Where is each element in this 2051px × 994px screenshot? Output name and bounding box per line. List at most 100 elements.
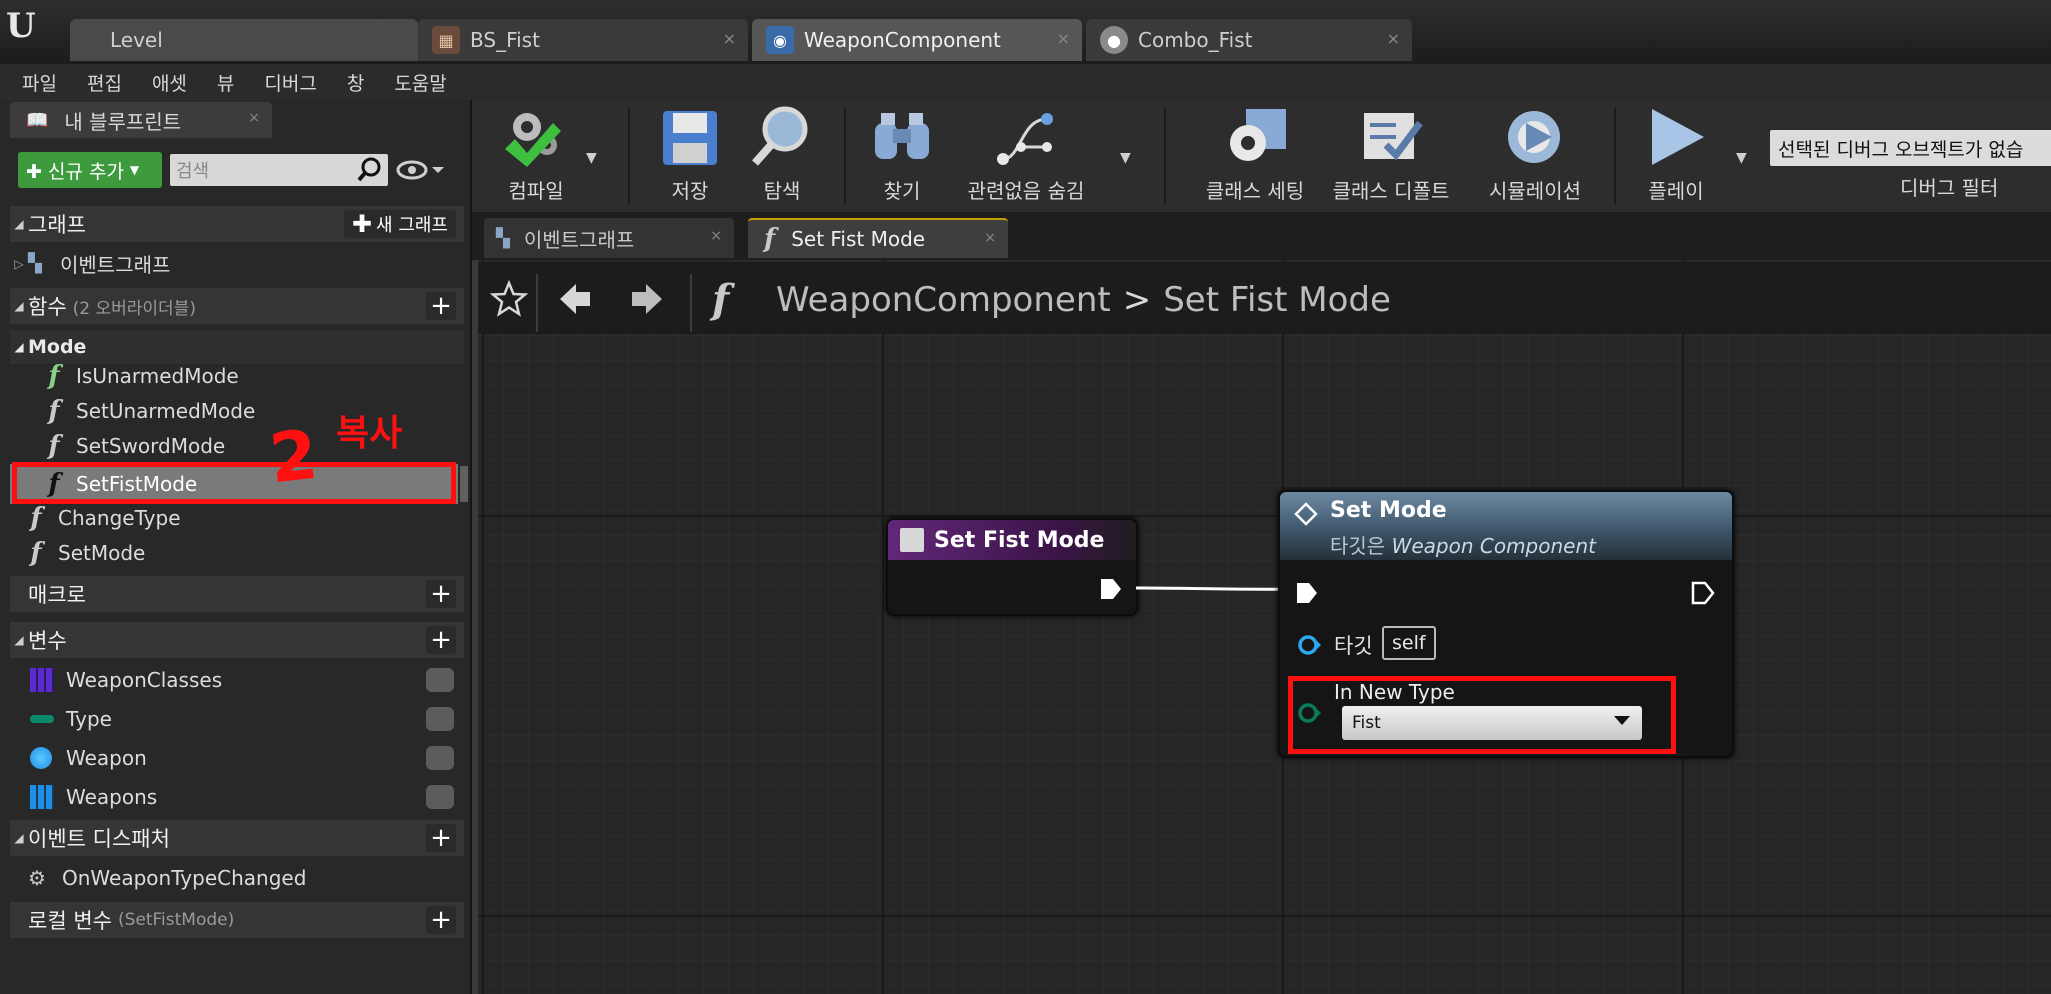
- add-new-label: ✚ 신규 추가: [26, 160, 124, 183]
- play-button[interactable]: 플레이: [1626, 104, 1726, 208]
- function-item-isunarmedmode[interactable]: f IsUnarmedMode: [10, 358, 464, 393]
- add-macro-button[interactable]: +: [426, 580, 456, 608]
- event-graph-icon: ▚: [496, 227, 510, 249]
- eye-icon[interactable]: [396, 158, 446, 182]
- chevron-down-icon[interactable]: ▼: [1120, 150, 1131, 166]
- toolbar-separator: [1164, 108, 1166, 204]
- graph-tab-set-fist-mode[interactable]: f Set Fist Mode ×: [748, 218, 1008, 258]
- search-placeholder: 검색: [176, 161, 210, 182]
- collapse-triangle-icon: ◢: [14, 633, 24, 647]
- category-label: Mode: [28, 336, 87, 358]
- macros-section-header[interactable]: 매크로 +: [10, 576, 464, 612]
- debug-object-select[interactable]: 선택된 디버그 오브젝트가 없습: [1770, 130, 2051, 166]
- exec-input-pin[interactable]: [1294, 580, 1320, 606]
- doc-tab-level[interactable]: Level: [70, 19, 418, 61]
- visibility-toggle[interactable]: [426, 746, 454, 770]
- tree-item-event-graph[interactable]: ▷ ▚ 이벤트그래프: [10, 246, 464, 281]
- local-vars-scope: (SetFistMode): [117, 910, 235, 930]
- visibility-toggle[interactable]: [426, 785, 454, 809]
- doc-tab-weapon-component[interactable]: ◉ WeaponComponent ×: [752, 19, 1082, 61]
- item-label: 이벤트그래프: [60, 253, 171, 277]
- breadcrumb-root[interactable]: WeaponComponent: [776, 280, 1111, 320]
- forward-arrow-icon[interactable]: [628, 280, 666, 318]
- new-graph-button[interactable]: ✚ 새 그래프: [343, 210, 456, 238]
- close-icon[interactable]: ×: [248, 110, 260, 126]
- back-arrow-icon[interactable]: [556, 280, 594, 318]
- chevron-down-icon[interactable]: ▼: [586, 150, 597, 166]
- visibility-toggle[interactable]: [426, 668, 454, 692]
- menu-help[interactable]: 도움말: [394, 69, 446, 96]
- function-icon: f: [30, 502, 42, 533]
- hide-unrelated-button[interactable]: 관련없음 숨김: [960, 104, 1092, 208]
- add-function-button[interactable]: +: [426, 292, 456, 320]
- toolbar-separator: [628, 108, 630, 204]
- add-variable-button[interactable]: +: [426, 626, 456, 654]
- magnifier-icon: [752, 106, 808, 166]
- simulation-button[interactable]: 시뮬레이션: [1470, 104, 1600, 208]
- target-object-pin[interactable]: [1296, 632, 1322, 658]
- close-icon[interactable]: ×: [710, 228, 722, 244]
- search-icon[interactable]: [356, 156, 384, 184]
- star-icon[interactable]: [490, 280, 528, 318]
- annotation-copy-text: 복사: [336, 413, 403, 454]
- close-icon[interactable]: ×: [1057, 29, 1070, 48]
- tab-label: 내 블루프린트: [64, 109, 182, 134]
- add-dispatcher-button[interactable]: +: [426, 824, 456, 852]
- class-settings-button[interactable]: 클래스 세팅: [1190, 104, 1320, 208]
- variables-section-header[interactable]: ◢ 변수 +: [10, 622, 464, 658]
- menu-file[interactable]: 파일: [22, 69, 57, 96]
- subtitle-prefix: 타깃은: [1330, 534, 1386, 558]
- doc-tab-combo-fist[interactable]: ● Combo_Fist ×: [1086, 19, 1412, 61]
- graphs-section-header[interactable]: ◢ 그래프 ✚ 새 그래프: [10, 206, 464, 242]
- menu-window[interactable]: 창: [347, 69, 364, 96]
- exec-output-pin[interactable]: [1690, 580, 1716, 606]
- find-button[interactable]: 찾기: [862, 104, 942, 208]
- compile-gears-icon: [505, 113, 561, 167]
- graph-tab-event-graph[interactable]: ▚ 이벤트그래프 ×: [484, 218, 734, 258]
- node-title: Set Fist Mode: [934, 527, 1105, 553]
- tab-label: 이벤트그래프: [523, 227, 635, 252]
- function-entry-node[interactable]: Set Fist Mode: [886, 518, 1138, 616]
- visibility-toggle[interactable]: [426, 707, 454, 731]
- chevron-down-icon[interactable]: ▼: [1736, 150, 1747, 166]
- scrollbar[interactable]: [460, 466, 468, 502]
- dispatchers-section-header[interactable]: ◢ 이벤트 디스패처 +: [10, 820, 464, 856]
- doc-tab-bs-fist[interactable]: ▦ BS_Fist ×: [418, 19, 748, 61]
- function-icon: f: [764, 224, 776, 254]
- dispatcher-item-onweapontypechanged[interactable]: ⚙ OnWeaponTypeChanged: [10, 860, 464, 895]
- variable-item-weaponclasses[interactable]: WeaponClasses: [10, 662, 464, 697]
- item-label: OnWeaponTypeChanged: [62, 865, 307, 890]
- menu-edit[interactable]: 편집: [87, 69, 122, 96]
- menu-asset[interactable]: 애셋: [152, 69, 187, 96]
- tab-label: Level: [110, 28, 163, 52]
- browse-button[interactable]: 탐색: [740, 104, 824, 208]
- variable-item-weapon[interactable]: Weapon: [10, 740, 464, 775]
- unreal-logo-icon: U: [6, 6, 36, 46]
- function-icon: f: [48, 430, 60, 461]
- graph-canvas[interactable]: [478, 260, 2051, 994]
- local-variables-section-header[interactable]: 로컬 변수 (SetFistMode) +: [10, 902, 464, 938]
- close-icon[interactable]: ×: [1387, 29, 1400, 48]
- menu-debug[interactable]: 디버그: [264, 69, 316, 96]
- variable-item-type[interactable]: Type: [10, 701, 464, 736]
- compile-button[interactable]: 컴파일: [486, 104, 586, 208]
- class-defaults-button[interactable]: 클래스 디폴트: [1324, 104, 1458, 208]
- save-label: 저장: [671, 179, 709, 203]
- add-new-button[interactable]: ✚ 신규 추가 ▼: [18, 152, 162, 188]
- breadcrumb-separator: [690, 274, 692, 332]
- save-button[interactable]: 저장: [650, 104, 730, 208]
- close-icon[interactable]: ×: [723, 29, 736, 48]
- target-pin-label: 타깃: [1334, 634, 1373, 658]
- node-subtitle: 타깃은 Weapon Component: [1330, 530, 1596, 559]
- function-item-setmode[interactable]: f SetMode: [10, 535, 464, 570]
- node-header: Set Fist Mode: [888, 520, 1136, 560]
- exec-output-pin[interactable]: [1098, 576, 1124, 602]
- functions-section-header[interactable]: ◢ 함수 (2 오버라이더블) +: [10, 288, 464, 324]
- menu-view[interactable]: 뷰: [217, 69, 234, 96]
- close-icon[interactable]: ×: [984, 230, 996, 246]
- add-local-variable-button[interactable]: +: [426, 906, 456, 934]
- variable-item-weapons[interactable]: Weapons: [10, 779, 464, 814]
- function-item-changetype[interactable]: f ChangeType: [10, 500, 464, 535]
- my-blueprint-tab[interactable]: 📖 내 블루프린트 ×: [10, 102, 272, 138]
- chevron-down-icon: ▼: [129, 163, 140, 177]
